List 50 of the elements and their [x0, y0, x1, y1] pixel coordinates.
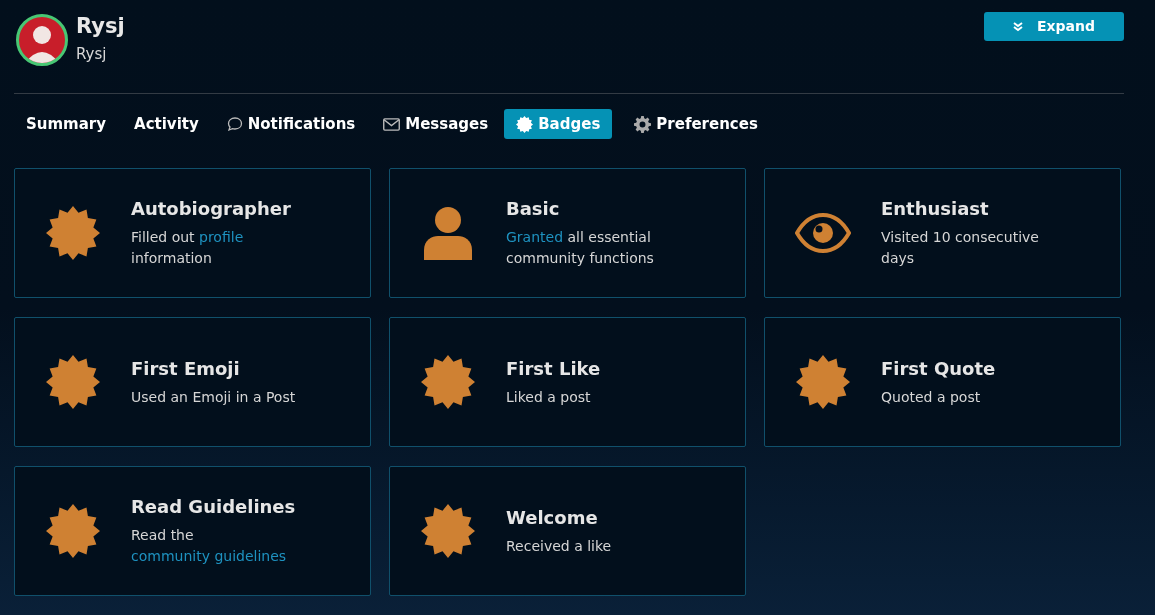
badge-description: Filled out profile information [131, 228, 245, 268]
badge-title: Enthusiast [881, 197, 990, 221]
badge-card[interactable]: First Like Liked a post [389, 317, 746, 447]
badge-card[interactable]: First Quote Quoted a post [764, 317, 1121, 447]
badge-description: Liked a post [506, 387, 592, 407]
badge-title: Basic [506, 197, 561, 221]
badge-card[interactable]: Enthusiast Visited 10 consecutive days [764, 168, 1121, 298]
badge-description: Visited 10 consecutive days [881, 228, 1040, 268]
badge-icon [796, 355, 850, 409]
envelope-icon [383, 117, 401, 131]
badge-card[interactable]: Read Guidelines Read the community guidelines [14, 466, 371, 596]
tab[interactable]: Summary [14, 109, 119, 139]
user-name: Rysj [76, 13, 125, 40]
tab[interactable]: Messages [371, 109, 501, 139]
tab[interactable]: Badges [504, 109, 613, 139]
badge-icon [46, 504, 100, 558]
link[interactable]: community guidelines [131, 548, 287, 564]
badge-title: Autobiographer [131, 197, 292, 221]
badge-title: Read Guidelines [131, 495, 297, 519]
badge-icon [46, 355, 100, 409]
badge-card[interactable]: Basic Granted all essential community functions [389, 168, 746, 298]
badge-title: Welcome [506, 505, 599, 530]
badge-description: Received a like [506, 536, 613, 556]
badge-icon [421, 504, 475, 558]
expand-button[interactable]: Expand [984, 12, 1124, 41]
badge-description: Quoted a post [881, 387, 982, 407]
tab[interactable]: Preferences [622, 109, 770, 139]
username: Rysj [76, 44, 108, 65]
badge-description: Granted all essential community functions [506, 228, 655, 268]
tab[interactable]: Notifications [214, 109, 368, 139]
badge-title: First Quote [881, 356, 997, 381]
link[interactable]: profile [199, 229, 244, 245]
speech-bubble-icon [226, 116, 243, 132]
eye-icon [795, 213, 851, 253]
badge-card[interactable]: First Emoji Used an Emoji in a Post [14, 317, 371, 447]
badge-icon [46, 206, 100, 260]
badge-card[interactable]: Autobiographer Filled out profile information [14, 168, 371, 298]
badge-description: Read the community guidelines [131, 526, 288, 566]
link[interactable]: Granted [506, 229, 564, 245]
badge-title: First Emoji [131, 356, 241, 381]
badge-description: Used an Emoji in a Post [131, 387, 297, 407]
user-icon [424, 206, 472, 260]
badge-icon [516, 115, 534, 133]
badge-card[interactable]: Welcome Received a like [389, 466, 746, 596]
tab[interactable]: Activity [122, 109, 211, 139]
avatar [16, 14, 68, 66]
chevrons-down-icon [1012, 21, 1023, 32]
gear-icon [634, 115, 652, 133]
badge-icon [421, 355, 475, 409]
badge-title: First Like [506, 356, 602, 381]
